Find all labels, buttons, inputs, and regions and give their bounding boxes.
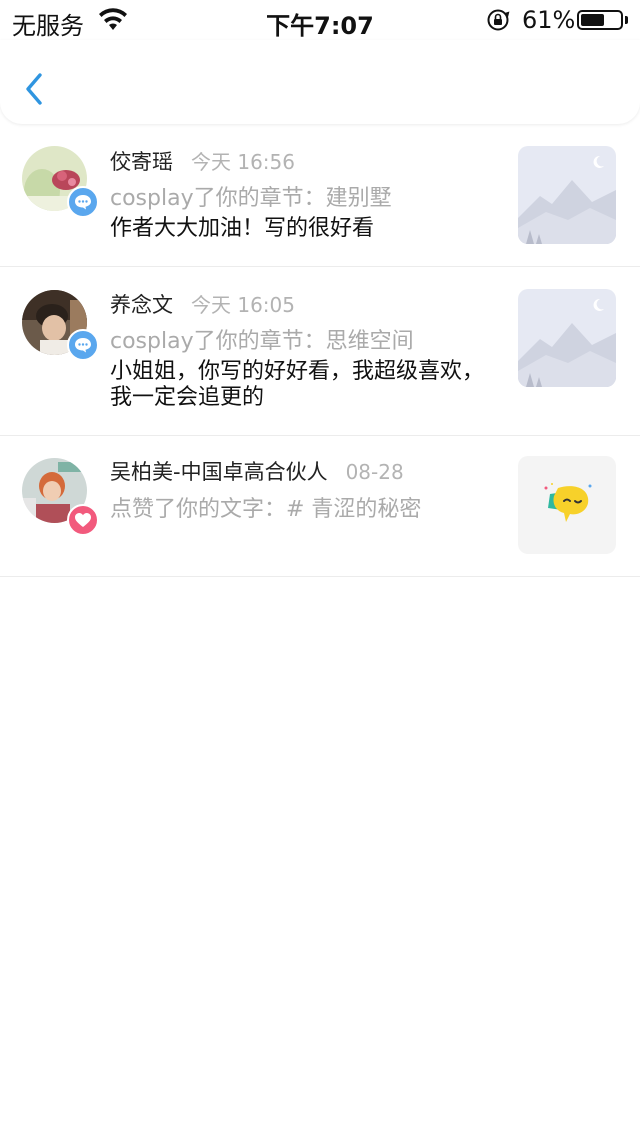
battery-icon	[577, 10, 623, 30]
chat-bubble-sticker-icon	[544, 483, 592, 522]
chevron-left-icon[interactable]	[20, 70, 50, 108]
user-name[interactable]: 吴柏美-中国卓高合伙人 08-28	[110, 456, 404, 486]
notification-list: 佼寄瑶 今天 16:56 cosplay了你的章节：建别墅 作者大大加油！写的很好…	[0, 128, 640, 577]
comment-badge-icon	[67, 329, 99, 361]
battery-percent: 61%	[522, 6, 576, 34]
notification-row[interactable]: 佼寄瑶 今天 16:56 cosplay了你的章节：建别墅 作者大大加油！写的很好…	[0, 128, 640, 267]
heart-badge-icon	[67, 504, 99, 536]
rotation-lock-icon	[487, 9, 510, 31]
battery-cap	[625, 16, 628, 24]
nav-bar	[0, 40, 640, 124]
notification-row[interactable]: 养念文 今天 16:05 cosplay了你的章节：思维空间 小姐姐，你写的好好看…	[0, 267, 640, 436]
comment-text: 作者大大加油！写的很好看	[110, 216, 375, 241]
chapter-thumbnail[interactable]	[518, 289, 616, 387]
action-text: cosplay了你的章节：建别墅	[110, 186, 392, 211]
sticker-thumbnail[interactable]	[518, 456, 616, 554]
timestamp: 今天 16:05	[191, 293, 295, 317]
action-text: cosplay了你的章节：思维空间	[110, 329, 414, 354]
timestamp: 08-28	[345, 460, 404, 484]
user-name[interactable]: 佼寄瑶 今天 16:56	[110, 146, 295, 176]
chapter-thumbnail[interactable]	[518, 146, 616, 244]
comment-badge-icon	[67, 186, 99, 218]
comment-text: 小姐姐，你写的好好看，我超级喜欢，我一定会追更的	[110, 359, 485, 410]
notification-row[interactable]: 吴柏美-中国卓高合伙人 08-28 点赞了你的文字：# 青涩的秘密	[0, 436, 640, 577]
action-text: 点赞了你的文字：# 青涩的秘密	[110, 497, 422, 522]
status-bar: 无服务 下午7:07 61%	[0, 0, 640, 40]
timestamp: 今天 16:56	[191, 150, 295, 174]
user-name[interactable]: 养念文 今天 16:05	[110, 289, 295, 319]
